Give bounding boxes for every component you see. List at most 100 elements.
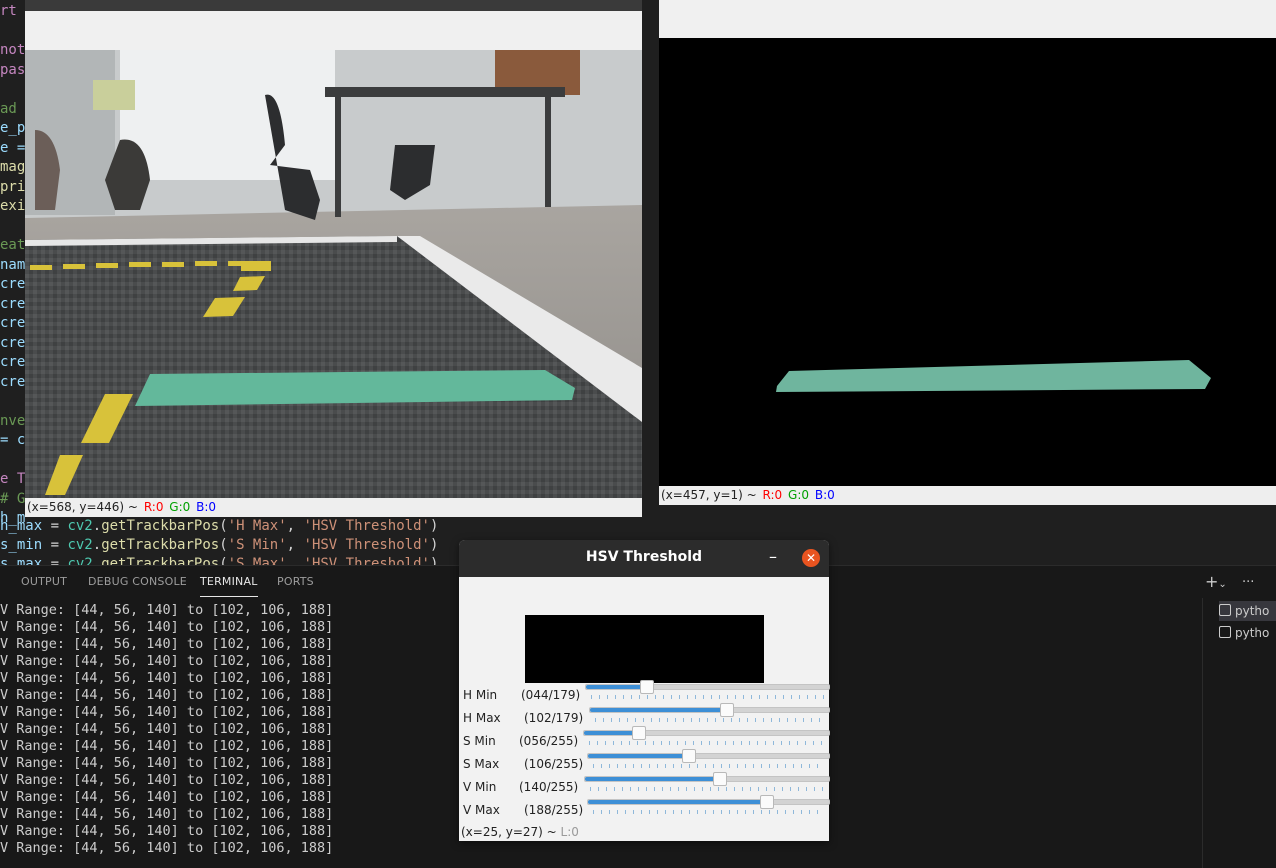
trackbar-fill xyxy=(588,800,766,804)
terminal-line: V Range: [44, 56, 140] to [102, 106, 188… xyxy=(0,840,334,856)
trackbar-ticks xyxy=(593,810,824,814)
minimize-button[interactable]: – xyxy=(769,547,777,566)
terminal-line: V Range: [44, 56, 140] to [102, 106, 188… xyxy=(0,772,334,788)
code-line: cre xyxy=(0,276,26,292)
code-line: e_p xyxy=(0,120,26,136)
terminal-line: V Range: [44, 56, 140] to [102, 106, 188… xyxy=(0,704,334,720)
trackbar-handle[interactable] xyxy=(682,749,697,763)
trackbar-label: H Max xyxy=(463,711,501,725)
code-line: s_min = cv2.getTrackbarPos('S Min', 'HSV… xyxy=(0,537,439,553)
trackbar-ticks xyxy=(589,741,824,745)
code-line: e = xyxy=(0,139,26,156)
terminal-icon xyxy=(1219,604,1231,616)
mask-image xyxy=(659,38,1276,486)
hsv-threshold-window[interactable]: HSV Threshold – ✕ H Min (044/179) H Max (10… xyxy=(459,540,830,841)
pixel-green-value: G:0 xyxy=(169,500,191,514)
original-image-window[interactable]: (x=568, y=446) ~ R:0 G:0 B:0 xyxy=(25,0,642,517)
trackbar-value: (056/255) xyxy=(519,734,579,748)
code-line: nve xyxy=(0,412,26,429)
trackbar-fill xyxy=(588,754,689,758)
cursor-coords: (x=568, y=446) ~ xyxy=(27,500,138,514)
close-button[interactable]: ✕ xyxy=(802,549,820,567)
code-line: h_max = cv2.getTrackbarPos('H Max', 'HSV… xyxy=(0,518,439,534)
filtered-tape-region xyxy=(776,360,1211,392)
code-line: cre xyxy=(0,315,26,331)
terminal-line: V Range: [44, 56, 140] to [102, 106, 188… xyxy=(0,636,334,652)
trackbar-handle[interactable] xyxy=(712,772,727,786)
terminal-line: V Range: [44, 56, 140] to [102, 106, 188… xyxy=(0,721,334,737)
trackbar-ticks xyxy=(590,787,824,791)
pixel-red-value: R:0 xyxy=(143,500,164,514)
terminal-line: V Range: [44, 56, 140] to [102, 106, 188… xyxy=(0,806,334,822)
window-toolbar xyxy=(25,11,642,51)
camera-scene xyxy=(25,50,642,498)
tab-ports[interactable]: PORTS xyxy=(277,575,314,588)
code-line: cre xyxy=(0,334,26,351)
trackbar-slider[interactable] xyxy=(589,703,830,717)
trackbar-label: V Min xyxy=(463,780,497,794)
terminal-line: V Range: [44, 56, 140] to [102, 106, 188… xyxy=(0,687,334,703)
trackbar-value: (188/255) xyxy=(524,803,584,817)
pixel-red-value: R:0 xyxy=(762,488,783,502)
trackbar-slider[interactable] xyxy=(583,726,830,740)
terminal-icon xyxy=(1219,626,1231,638)
code-line: e T xyxy=(0,471,26,487)
code-line: not xyxy=(0,42,26,58)
code-line: pas xyxy=(0,61,26,78)
more-actions-icon[interactable]: ··· xyxy=(1242,575,1254,590)
new-terminal-button[interactable]: +⌄ xyxy=(1205,572,1227,591)
trackbar-handle[interactable] xyxy=(759,795,774,809)
terminal-list-item[interactable]: pytho xyxy=(1219,601,1276,621)
cursor-coords: (x=25, y=27) ~ xyxy=(461,825,557,839)
code-line: cre xyxy=(0,373,26,390)
terminal-list: pytho pytho xyxy=(1202,598,1276,868)
code-line: # G xyxy=(0,490,26,507)
pixel-blue-value: B:0 xyxy=(196,500,217,514)
code-line: ad xyxy=(0,100,17,117)
trackbar-value: (140/255) xyxy=(519,780,579,794)
trackbar-label: S Max xyxy=(463,757,500,771)
trackbar-fill xyxy=(585,777,719,781)
trackbar-ticks xyxy=(595,718,824,722)
code-line: cre xyxy=(0,295,26,312)
code-line: = c xyxy=(0,432,26,448)
terminal-line: V Range: [44, 56, 140] to [102, 106, 188… xyxy=(0,619,334,635)
window-status-bar: (x=25, y=27) ~ L:0 xyxy=(461,825,579,839)
terminal-line: V Range: [44, 56, 140] to [102, 106, 188… xyxy=(0,755,334,771)
terminal-line: V Range: [44, 56, 140] to [102, 106, 188… xyxy=(0,670,334,686)
trackbar-value: (106/255) xyxy=(524,757,584,771)
window-toolbar xyxy=(659,0,1276,39)
terminal-line: V Range: [44, 56, 140] to [102, 106, 188… xyxy=(0,738,334,754)
trackbar-handle[interactable] xyxy=(720,703,735,717)
trackbar-label: S Min xyxy=(463,734,496,748)
preview-area xyxy=(525,615,764,683)
code-line: eat xyxy=(0,237,26,253)
trackbar-fill xyxy=(586,685,646,689)
window-titlebar[interactable] xyxy=(25,0,642,11)
trackbar-label: V Max xyxy=(463,803,500,817)
tab-terminal[interactable]: TERMINAL xyxy=(200,575,258,597)
image-status-bar: (x=568, y=446) ~ R:0 G:0 B:0 xyxy=(25,498,642,517)
code-line: cre xyxy=(0,354,26,370)
trackbar-slider[interactable] xyxy=(587,749,830,763)
trackbar-handle[interactable] xyxy=(639,680,654,694)
trackbar-handle[interactable] xyxy=(631,726,646,740)
image-status-bar: (x=457, y=1) ~ R:0 G:0 B:0 xyxy=(659,486,1276,505)
terminal-line: V Range: [44, 56, 140] to [102, 106, 188… xyxy=(0,602,334,618)
tab-debug-console[interactable]: DEBUG CONSOLE xyxy=(88,575,187,588)
pixel-green-value: G:0 xyxy=(788,488,810,502)
trackbar-slider[interactable] xyxy=(585,680,830,694)
trackbar-slider[interactable] xyxy=(584,772,830,786)
terminal-list-item[interactable]: pytho xyxy=(1219,623,1269,643)
pixel-blue-value: B:0 xyxy=(814,488,835,502)
camera-image xyxy=(25,50,642,498)
pixel-luma-value: L:0 xyxy=(560,825,579,839)
mask-image-window[interactable]: (x=457, y=1) ~ R:0 G:0 B:0 xyxy=(659,0,1276,505)
trackbar-value: (102/179) xyxy=(524,711,584,725)
trackbar-ticks xyxy=(591,695,824,699)
trackbar-slider[interactable] xyxy=(587,795,830,809)
tab-output[interactable]: OUTPUT xyxy=(21,575,67,588)
code-line: pri xyxy=(0,178,26,195)
terminal-line: V Range: [44, 56, 140] to [102, 106, 188… xyxy=(0,653,334,669)
code-line: mag xyxy=(0,159,26,175)
